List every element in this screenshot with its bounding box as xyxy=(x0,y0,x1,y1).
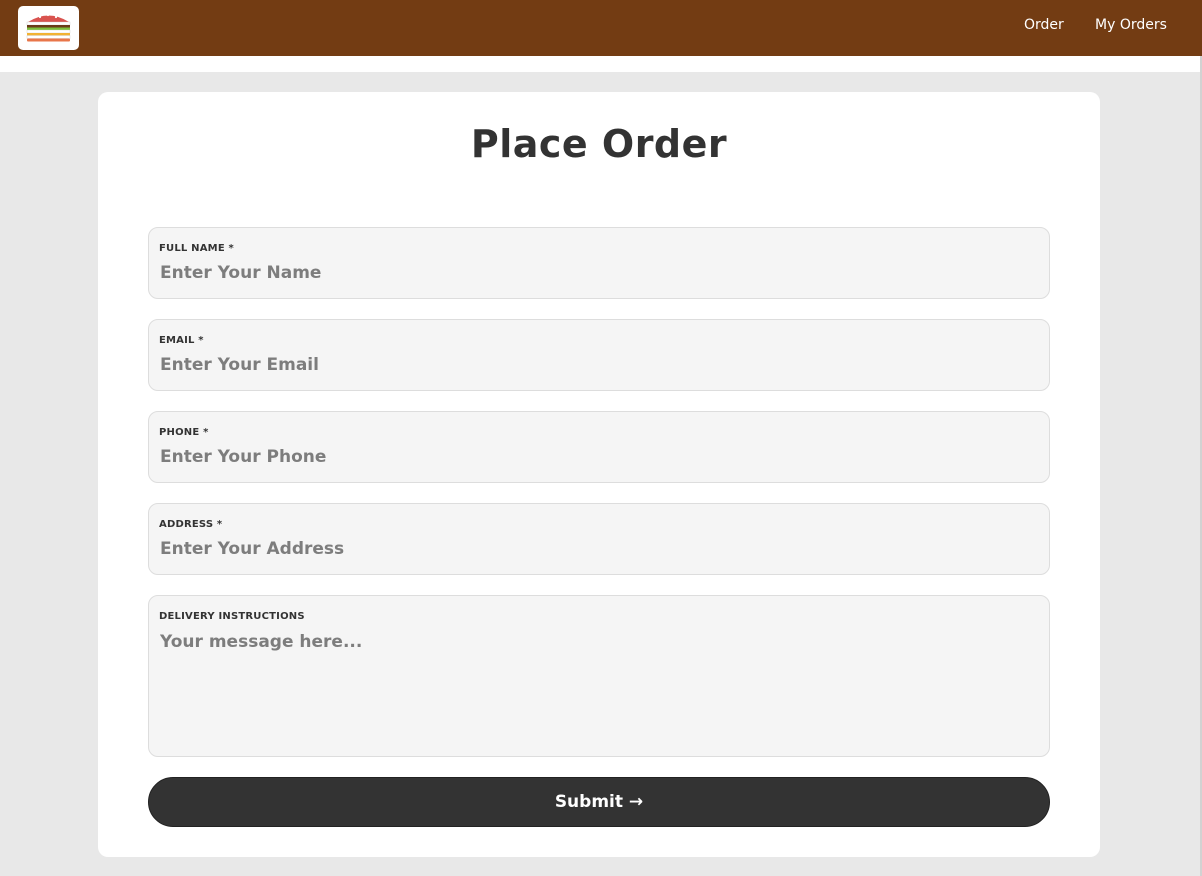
email-field: EMAIL * xyxy=(148,319,1050,391)
burger-icon xyxy=(26,13,71,42)
order-form-card: Place Order FULL NAME * EMAIL * PHONE * … xyxy=(98,92,1100,857)
header-spacer xyxy=(0,56,1200,72)
nav-order-link[interactable]: Order xyxy=(1024,17,1064,33)
submit-button[interactable]: Submit → xyxy=(148,777,1050,827)
email-input[interactable] xyxy=(160,353,1030,377)
top-navbar: Order My Orders xyxy=(0,0,1202,56)
full-name-input[interactable] xyxy=(160,261,1030,285)
logo[interactable] xyxy=(18,6,79,50)
address-field: ADDRESS * xyxy=(148,503,1050,575)
nav-my-orders-link[interactable]: My Orders xyxy=(1095,17,1167,33)
page-title: Place Order xyxy=(470,122,728,166)
full-name-field: FULL NAME * xyxy=(148,227,1050,299)
phone-input[interactable] xyxy=(160,445,1030,469)
phone-field: PHONE * xyxy=(148,411,1050,483)
delivery-instructions-field: DELIVERY INSTRUCTIONS xyxy=(148,595,1050,757)
delivery-instructions-label: DELIVERY INSTRUCTIONS xyxy=(159,611,305,622)
phone-label: PHONE * xyxy=(159,427,209,438)
address-input[interactable] xyxy=(160,537,1030,561)
full-name-label: FULL NAME * xyxy=(159,243,234,254)
delivery-instructions-textarea[interactable] xyxy=(160,632,1030,747)
email-label: EMAIL * xyxy=(159,335,204,346)
address-label: ADDRESS * xyxy=(159,519,223,530)
